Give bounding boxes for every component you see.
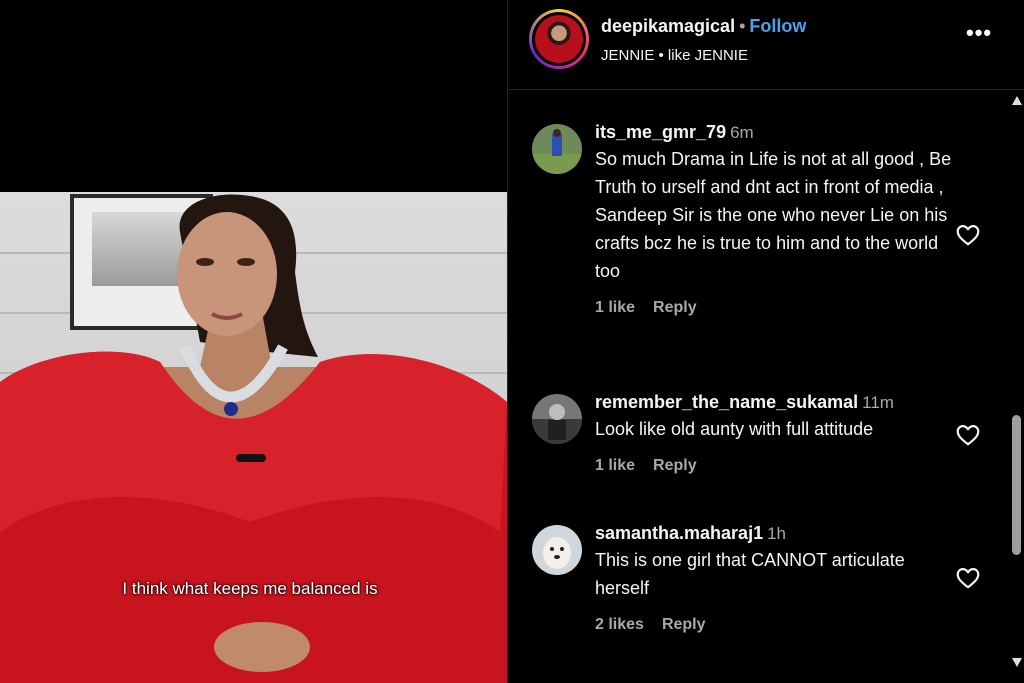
heart-icon[interactable] <box>955 422 981 448</box>
scroll-up-icon[interactable] <box>1012 96 1022 105</box>
comment-time: 1h <box>767 524 787 543</box>
heart-icon[interactable] <box>955 565 981 591</box>
comment-likes[interactable]: 2 likes <box>595 616 644 633</box>
comment-text: So much Drama in Life is not at all good… <box>595 149 952 281</box>
post-author: deepikamagical • Follow <box>601 16 806 37</box>
comment-text: Look like old aunty with full attitude <box>595 419 874 439</box>
separator-dot: • <box>739 16 746 36</box>
avatar[interactable] <box>535 15 583 63</box>
avatar[interactable] <box>532 124 582 174</box>
scrollbar[interactable] <box>1008 90 1024 683</box>
avatar[interactable] <box>532 525 582 575</box>
comment-time: 6m <box>730 123 754 142</box>
avatar[interactable] <box>532 394 582 444</box>
comment-username[interactable]: samantha.maharaj1 <box>595 523 763 543</box>
comment-likes[interactable]: 1 like <box>595 457 635 474</box>
woman-in-red-dress <box>0 194 507 683</box>
reply-button[interactable]: Reply <box>653 457 697 474</box>
comment-time: 11m <box>862 393 894 412</box>
audio-label[interactable]: JENNIE • like JENNIE <box>601 47 748 64</box>
story-ring[interactable] <box>529 9 589 69</box>
comment-likes[interactable]: 1 like <box>595 299 635 316</box>
more-options-icon[interactable]: ••• <box>966 20 992 46</box>
reel-video[interactable]: I think what keeps me balanced is <box>0 0 507 683</box>
follow-button[interactable]: Follow <box>749 16 806 36</box>
reply-button[interactable]: Reply <box>662 616 706 633</box>
author-username[interactable]: deepikamagical <box>601 16 735 36</box>
reply-button[interactable]: Reply <box>653 299 697 316</box>
heart-icon[interactable] <box>955 222 981 248</box>
scroll-down-icon[interactable] <box>1012 658 1022 667</box>
comment-text: This is one girl that CANNOT articulate … <box>595 550 905 598</box>
comment-username[interactable]: remember_the_name_sukamal <box>595 392 858 412</box>
video-frame <box>0 192 507 683</box>
comment-username[interactable]: its_me_gmr_79 <box>595 122 726 142</box>
comments-panel: deepikamagical • Follow JENNIE • like JENN… <box>507 0 1024 683</box>
scrollbar-thumb[interactable] <box>1012 415 1021 555</box>
video-subtitle: I think what keeps me balanced is <box>122 579 378 598</box>
comment-list: its_me_gmr_79 6m So much Drama in Life is… <box>508 90 1008 683</box>
post-header: deepikamagical • Follow JENNIE • like JENN… <box>508 0 1024 90</box>
